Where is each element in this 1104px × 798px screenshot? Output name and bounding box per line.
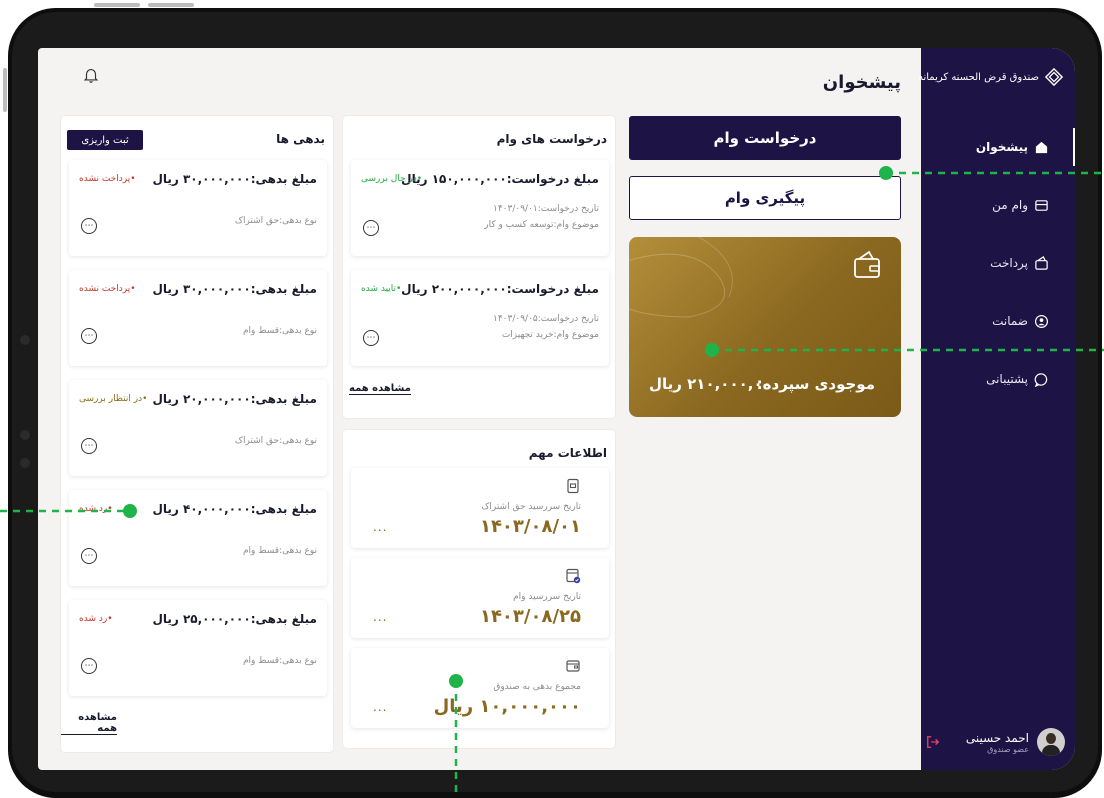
- debt-type: نوع بدهی:حق اشتراک: [234, 216, 317, 226]
- request-loan-button[interactable]: درخواست وام: [629, 116, 901, 160]
- track-loan-button[interactable]: پیگیری وام: [629, 176, 901, 220]
- document-icon: [567, 478, 579, 494]
- card-icon: [1035, 199, 1048, 211]
- user-info: احمد حسینی عضو صندوق: [966, 731, 1029, 754]
- more-options-icon[interactable]: ⋯: [81, 328, 97, 344]
- sidebar-item-dashboard[interactable]: پیشخوان: [921, 128, 1075, 166]
- request-amount: مبلغ درخواست:۱۵۰,۰۰۰,۰۰۰ ریال: [401, 172, 599, 186]
- bell-icon[interactable]: [82, 66, 100, 84]
- avatar: [1037, 728, 1065, 756]
- debt-amount: مبلغ بدهی:۲۰,۰۰۰,۰۰۰ ریال: [152, 392, 317, 406]
- more-options-icon[interactable]: ⋯: [81, 218, 97, 234]
- sidebar-item-guarantee[interactable]: ضمانت: [921, 308, 1075, 334]
- request-amount: مبلغ درخواست:۲۰۰,۰۰۰,۰۰۰ ریال: [401, 282, 599, 296]
- sidebar-nav: پیشخوان وام من پرداخت ضمانت پشتیبانی: [921, 128, 1075, 424]
- debt-amount: مبلغ بدهی:۳۰,۰۰۰,۰۰۰ ریال: [152, 172, 317, 186]
- loan-subject: موضوع وام:خرید تجهیزات: [501, 330, 599, 340]
- panel-title: بدهی ها: [276, 132, 325, 146]
- loan-request-card[interactable]: مبلغ درخواست:۲۰۰,۰۰۰,۰۰۰ ریال •تایید شده…: [351, 270, 609, 366]
- sidebar-item-support[interactable]: پشتیبانی: [921, 366, 1075, 392]
- status-badge: •رد شده: [79, 504, 113, 514]
- top-button-right: [148, 3, 194, 7]
- sidebar-item-payment[interactable]: پرداخت: [921, 250, 1075, 276]
- debt-amount: مبلغ بدهی:۴۰,۰۰۰,۰۰۰ ریال: [152, 502, 317, 516]
- more-options-icon[interactable]: ⋯: [363, 220, 379, 236]
- chat-icon: [1034, 372, 1048, 387]
- info-label: مجموع بدهی به صندوق: [493, 682, 581, 692]
- app-screen: صندوق قرض الحسنه کریمانه پیشخوان وام من …: [38, 48, 1075, 770]
- sidebar-item-label: ضمانت: [992, 314, 1028, 328]
- user-circle-icon: [1034, 314, 1049, 328]
- sidebar-item-label: پشتیبانی: [986, 372, 1028, 386]
- debt-type: نوع بدهی:قسط وام: [242, 546, 317, 556]
- status-badge: •پرداخت نشده: [79, 284, 136, 294]
- status-badge: •پرداخت نشده: [79, 174, 136, 184]
- more-dots[interactable]: ...: [373, 610, 387, 624]
- debt-card[interactable]: مبلغ بدهی:۳۰,۰۰۰,۰۰۰ ریال •پرداخت نشده ن…: [69, 270, 327, 366]
- debt-type: نوع بدهی:قسط وام: [242, 656, 317, 666]
- status-badge: •رد شده: [79, 614, 113, 624]
- more-options-icon[interactable]: ⋯: [363, 330, 379, 346]
- more-options-icon[interactable]: ⋯: [81, 548, 97, 564]
- debt-type: نوع بدهی:قسط وام: [242, 326, 317, 336]
- debts-panel: بدهی ها ثبت واریزی مبلغ بدهی:۳۰,۰۰۰,۰۰۰ …: [61, 116, 333, 752]
- sidebar: صندوق قرض الحسنه کریمانه پیشخوان وام من …: [918, 48, 1075, 770]
- loan-request-card[interactable]: مبلغ درخواست:۱۵۰,۰۰۰,۰۰۰ ریال •در حال بر…: [351, 160, 609, 256]
- info-label: تاریخ سررسید وام: [513, 592, 581, 602]
- sidebar-item-my-loan[interactable]: وام من: [921, 192, 1075, 218]
- request-date: تاریخ درخواست:۱۴۰۳/۰۹/۰۵: [493, 314, 599, 324]
- info-card[interactable]: تاریخ سررسید حق اشتراک ۱۴۰۳/۰۸/۰۱ ...: [351, 468, 609, 548]
- request-date: تاریخ درخواست:۱۴۰۳/۰۹/۰۱: [493, 204, 599, 214]
- more-options-icon[interactable]: ⋯: [81, 438, 97, 454]
- view-all-link[interactable]: مشاهده همه: [349, 383, 411, 395]
- deposit-value: ۲۱۰,۰۰۰,۰۰۰ ریال: [649, 375, 781, 393]
- sidebar-item-label: پیشخوان: [975, 140, 1028, 154]
- top-button-left: [94, 3, 140, 7]
- status-badge: •در انتظار بررسی: [79, 394, 148, 404]
- wallet-icon: [1035, 255, 1048, 270]
- more-options-icon[interactable]: ⋯: [81, 658, 97, 674]
- view-all-link[interactable]: مشاهده همه: [61, 712, 117, 735]
- debt-card[interactable]: مبلغ بدهی:۳۰,۰۰۰,۰۰۰ ریال •پرداخت نشده ن…: [69, 160, 327, 256]
- home-icon: [1035, 141, 1048, 153]
- wallet-icon: [854, 250, 880, 278]
- side-button: [3, 68, 7, 112]
- user-name: احمد حسینی: [965, 730, 1029, 745]
- info-value: ۱۴۰۳/۰۸/۲۵: [479, 606, 581, 627]
- info-card[interactable]: مجموع بدهی به صندوق ۱۰,۰۰۰,۰۰۰ ریال ...: [351, 648, 609, 728]
- calendar-check-icon: [566, 568, 581, 584]
- deposit-card: موجودی سپرده: ۲۱۰,۰۰۰,۰۰۰ ریال: [629, 237, 901, 417]
- debt-amount: مبلغ بدهی:۳۰,۰۰۰,۰۰۰ ریال: [152, 282, 317, 296]
- debt-card[interactable]: مبلغ بدهی:۲۰,۰۰۰,۰۰۰ ریال •در انتظار برر…: [69, 380, 327, 476]
- debt-amount: مبلغ بدهی:۲۵,۰۰۰,۰۰۰ ریال: [152, 612, 317, 626]
- loan-subject: موضوع وام:توسعه کسب و کار: [484, 220, 599, 230]
- more-dots[interactable]: ...: [373, 700, 387, 714]
- register-deposit-button[interactable]: ثبت واریزی: [67, 130, 143, 150]
- status-badge: •در حال بررسی: [361, 174, 423, 184]
- logout-icon[interactable]: [926, 735, 940, 749]
- status-badge: •تایید شده: [361, 284, 402, 294]
- sidebar-item-label: پرداخت: [990, 256, 1028, 270]
- more-dots[interactable]: ...: [373, 520, 387, 534]
- panel-title: اطلاعات مهم: [528, 446, 607, 460]
- info-card[interactable]: تاریخ سررسید وام ۱۴۰۳/۰۸/۲۵ ...: [351, 558, 609, 638]
- debt-type: نوع بدهی:حق اشتراک: [234, 436, 317, 446]
- info-label: تاریخ سررسید حق اشتراک: [481, 502, 581, 512]
- sidebar-item-label: وام من: [992, 198, 1028, 212]
- debt-card[interactable]: مبلغ بدهی:۴۰,۰۰۰,۰۰۰ ریال •رد شده نوع بد…: [69, 490, 327, 586]
- debt-card[interactable]: مبلغ بدهی:۲۵,۰۰۰,۰۰۰ ریال •رد شده نوع بد…: [69, 600, 327, 696]
- brand-logo-icon: [1045, 68, 1063, 86]
- important-info-panel: اطلاعات مهم تاریخ سررسید حق اشتراک ۱۴۰۳/…: [343, 430, 615, 748]
- info-value: ۱۰,۰۰۰,۰۰۰ ریال: [433, 696, 581, 717]
- user-profile[interactable]: احمد حسینی عضو صندوق: [926, 728, 1065, 756]
- brand: صندوق قرض الحسنه کریمانه: [918, 68, 1063, 86]
- wallet-icon: [566, 660, 580, 672]
- info-value: ۱۴۰۳/۰۸/۰۱: [479, 516, 581, 537]
- user-role: عضو صندوق: [987, 744, 1029, 754]
- page-title: پیشخوان: [822, 72, 901, 93]
- loan-requests-panel: درخواست های وام مبلغ درخواست:۱۵۰,۰۰۰,۰۰۰…: [343, 116, 615, 418]
- brand-name: صندوق قرض الحسنه کریمانه: [918, 71, 1039, 83]
- panel-title: درخواست های وام: [496, 132, 607, 146]
